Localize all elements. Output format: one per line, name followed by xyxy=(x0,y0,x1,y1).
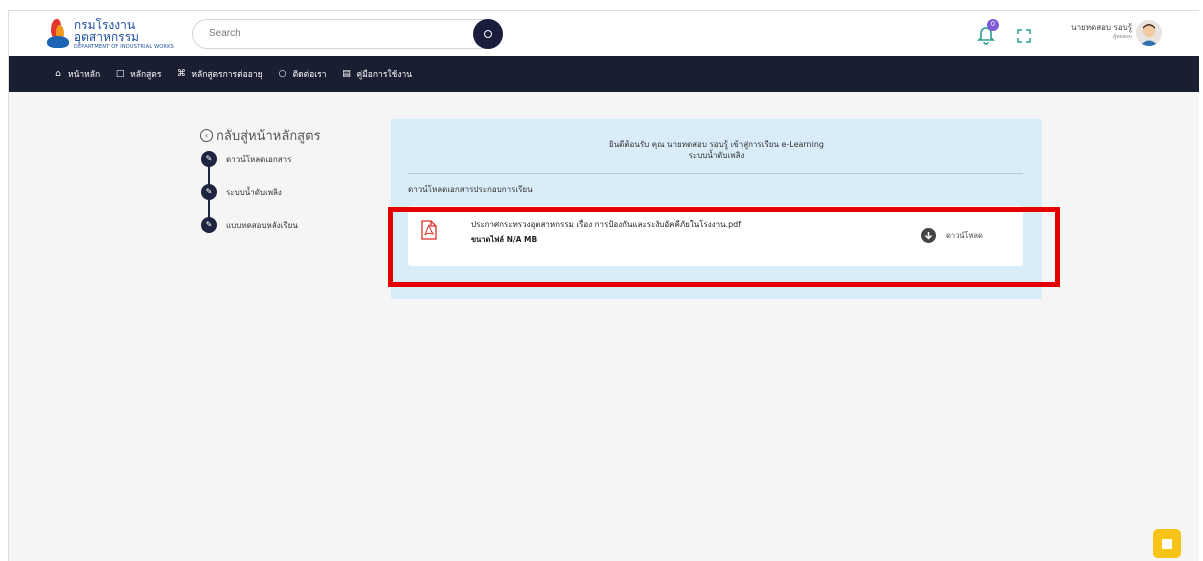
fullscreen-icon xyxy=(1017,29,1031,43)
step-download-docs[interactable]: ✎ ดาวน์โหลดเอกสาร xyxy=(201,151,291,167)
manual-icon: ▤ xyxy=(342,69,351,79)
welcome-message: ยินดีต้อนรับ คุณ นายทดสอบ รอบรู้ เข้าสู่… xyxy=(391,139,1042,161)
pencil-icon: ✎ xyxy=(201,184,217,200)
app-frame: กรมโรงงานอุตสาหกรรม DEPARTMENT OF INDUST… xyxy=(8,10,1199,561)
top-header: กรมโรงงานอุตสาหกรรม DEPARTMENT OF INDUST… xyxy=(9,11,1199,56)
search-placeholder: Search xyxy=(209,28,241,39)
nav-item-contact[interactable]: ○ ติดต่อเรา xyxy=(278,67,327,81)
divider xyxy=(408,173,1023,174)
note-icon xyxy=(1162,538,1172,549)
highlight-box xyxy=(388,207,1060,287)
step-label: ดาวน์โหลดเอกสาร xyxy=(226,154,292,164)
nav-item-label: ติดต่อเรา xyxy=(292,70,327,80)
avatar[interactable] xyxy=(1136,20,1162,46)
nav-item-label: หลักสูตร xyxy=(130,70,162,80)
command-icon: ⌘ xyxy=(176,69,186,79)
search-input[interactable]: Search xyxy=(192,19,503,49)
floating-action-button[interactable] xyxy=(1153,529,1181,558)
user-role: ผู้ทดสอบ xyxy=(1113,34,1132,40)
home-icon: ⌂ xyxy=(55,69,61,79)
nav-item-renewal-courses[interactable]: ⌘ หลักสูตรการต่ออายุ xyxy=(176,67,263,81)
step-post-test[interactable]: ✎ แบบทดสอบหลังเรียน xyxy=(201,217,298,233)
logo-mark-icon xyxy=(45,19,69,49)
logo-name-en: DEPARTMENT OF INDUSTRIAL WORKS xyxy=(73,43,174,50)
chat-icon: ○ xyxy=(278,69,287,79)
site-logo[interactable]: กรมโรงงานอุตสาหกรรม DEPARTMENT OF INDUST… xyxy=(45,19,185,49)
notification-badge: 0 xyxy=(987,19,999,31)
search-icon xyxy=(484,30,492,38)
welcome-line-2: ระบบน้ำดับเพลิง xyxy=(688,151,745,160)
section-title: ดาวน์โหลดเอกสารประกอบการเรียน xyxy=(408,185,533,194)
step-fire-water-system[interactable]: ✎ ระบบน้ำดับเพลิง xyxy=(201,184,282,200)
notification-button[interactable]: 0 xyxy=(977,19,999,45)
search-button[interactable] xyxy=(473,19,503,49)
nav-item-label: หน้าหลัก xyxy=(68,70,101,80)
logo-name-th: กรมโรงงานอุตสาหกรรม xyxy=(73,17,139,44)
main-navbar: ⌂ หน้าหลัก □ หลักสูตร ⌘ หลักสูตรการต่ออา… xyxy=(9,56,1199,92)
fullscreen-button[interactable] xyxy=(1017,28,1031,43)
nav-item-home[interactable]: ⌂ หน้าหลัก xyxy=(53,67,100,81)
step-label: ระบบน้ำดับเพลิง xyxy=(226,187,282,197)
step-label: แบบทดสอบหลังเรียน xyxy=(226,220,298,230)
avatar-icon xyxy=(1140,24,1158,46)
welcome-line-1: ยินดีต้อนรับ คุณ นายทดสอบ รอบรู้ เข้าสู่… xyxy=(609,140,824,149)
nav-item-label: คู่มือการใช้งาน xyxy=(356,70,413,80)
book-icon: □ xyxy=(115,69,125,79)
nav-item-label: หลักสูตรการต่ออายุ xyxy=(191,70,263,80)
back-link-label: กลับสู่หน้าหลักสูตร xyxy=(216,129,321,144)
logo-text: กรมโรงงานอุตสาหกรรม DEPARTMENT OF INDUST… xyxy=(74,19,185,50)
chevron-left-icon: ‹ xyxy=(200,129,213,142)
pencil-icon: ✎ xyxy=(201,151,217,167)
nav-item-courses[interactable]: □ หลักสูตร xyxy=(115,67,162,81)
nav-item-manual[interactable]: ▤ คู่มือการใช้งาน xyxy=(342,67,413,81)
back-to-courses-link[interactable]: ‹ กลับสู่หน้าหลักสูตร xyxy=(200,125,321,146)
pencil-icon: ✎ xyxy=(201,217,217,233)
